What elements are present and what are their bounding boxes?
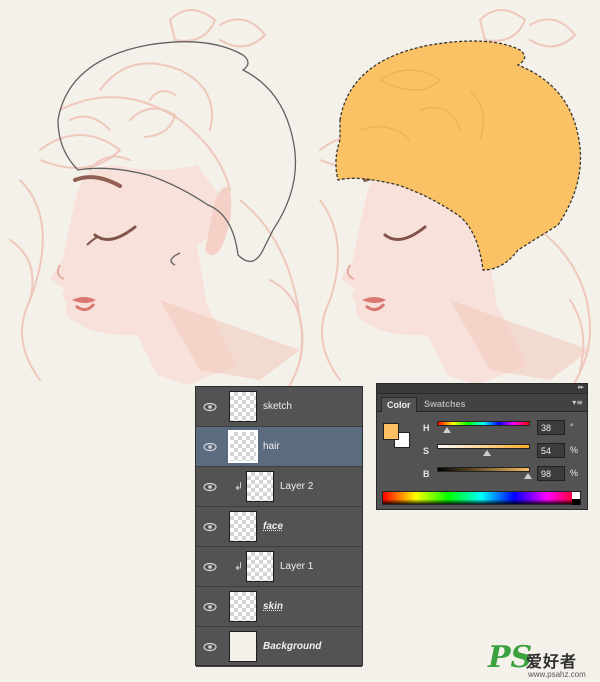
color-panel: ▸▸ Color Swatches ▾≡ H 38 ° S 54 % B 98 … xyxy=(376,383,588,510)
eye-icon[interactable] xyxy=(202,560,218,574)
saturation-slider[interactable] xyxy=(437,444,530,449)
color-spectrum-ramp[interactable] xyxy=(382,491,581,505)
watermark-text: 爱好者 xyxy=(526,654,578,671)
panel-menu-icon[interactable]: ▾≡ xyxy=(572,398,583,407)
layer-thumbnail[interactable] xyxy=(229,591,257,622)
layer-name: sketch xyxy=(263,401,292,412)
saturation-slider-thumb[interactable] xyxy=(483,450,492,456)
brightness-input[interactable]: 98 xyxy=(537,466,565,481)
layer-row[interactable]: sketch xyxy=(196,387,362,427)
saturation-input[interactable]: 54 xyxy=(537,443,565,458)
layer-name: Layer 1 xyxy=(280,561,314,572)
eye-icon[interactable] xyxy=(202,400,218,414)
spectrum-white[interactable] xyxy=(572,492,580,499)
color-panel-titlebar[interactable]: ▸▸ xyxy=(377,383,587,394)
hue-slider[interactable] xyxy=(437,421,530,426)
layer-row[interactable]: Background xyxy=(196,627,362,667)
color-panel-tabbar: Color Swatches ▾≡ xyxy=(377,394,587,412)
site-watermark: PS 爱好者 www.psahz.com xyxy=(488,640,600,682)
hue-unit: ° xyxy=(570,422,574,432)
eye-icon[interactable] xyxy=(202,640,218,654)
double-chevron-right-icon[interactable]: ▸▸ xyxy=(578,383,584,391)
spectrum-black[interactable] xyxy=(572,499,580,505)
layer-thumbnail[interactable] xyxy=(246,551,274,582)
eye-icon[interactable] xyxy=(202,600,218,614)
layer-name: Background xyxy=(263,641,322,652)
clipping-arrow-icon: ↲ xyxy=(234,560,244,573)
layer-row[interactable]: ↲ Layer 1 xyxy=(196,547,362,587)
eye-icon[interactable] xyxy=(202,480,218,494)
brightness-slider-thumb[interactable] xyxy=(524,473,533,479)
hue-label: H xyxy=(423,423,430,433)
layer-thumbnail[interactable] xyxy=(246,471,274,502)
layer-row[interactable]: skin xyxy=(196,587,362,627)
layer-thumbnail[interactable] xyxy=(228,430,258,463)
layer-name: Layer 2 xyxy=(280,481,314,492)
layer-name: hair xyxy=(263,441,280,452)
layer-thumbnail[interactable] xyxy=(229,511,257,542)
hue-slider-thumb[interactable] xyxy=(442,427,451,433)
layer-name: skin xyxy=(263,601,284,612)
hue-input[interactable]: 38 xyxy=(537,420,565,435)
layers-panel: sketch hair ↲ Layer 2 face ↲ Layer 1 skin Backgr… xyxy=(195,386,363,667)
eye-icon[interactable] xyxy=(202,440,218,454)
tab-swatches[interactable]: Swatches xyxy=(419,397,471,412)
layer-row[interactable]: face xyxy=(196,507,362,547)
eye-icon[interactable] xyxy=(202,520,218,534)
brightness-unit: % xyxy=(570,468,579,478)
layer-thumbnail[interactable] xyxy=(229,631,257,662)
layer-row[interactable]: ↲ Layer 2 xyxy=(196,467,362,507)
layer-row[interactable]: hair xyxy=(196,427,362,467)
watermark-url: www.psahz.com xyxy=(528,670,586,679)
tab-color[interactable]: Color xyxy=(381,397,417,412)
brightness-slider[interactable] xyxy=(437,467,530,472)
brightness-label: B xyxy=(423,469,430,479)
clipping-arrow-icon: ↲ xyxy=(234,480,244,493)
foreground-color-swatch[interactable] xyxy=(383,423,399,440)
layer-name: face xyxy=(263,521,284,532)
layer-thumbnail[interactable] xyxy=(229,391,257,422)
saturation-unit: % xyxy=(570,445,579,455)
saturation-label: S xyxy=(423,446,430,456)
